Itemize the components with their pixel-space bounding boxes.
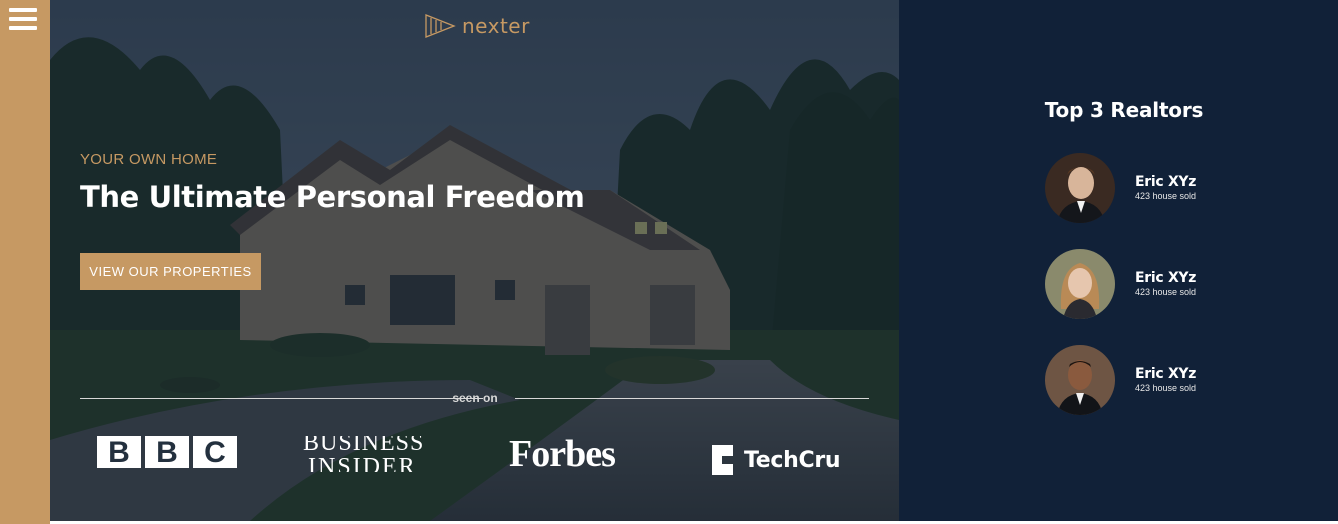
seen-on-label: seen on — [452, 391, 498, 405]
techcrunch-logo: TechCru — [712, 440, 852, 480]
business-insider-line2: INSIDER — [308, 454, 417, 472]
hamburger-menu-icon[interactable] — [9, 6, 37, 32]
realtor-name: Eric XYz — [1135, 270, 1197, 286]
hero-section: nexter YOUR OWN HOME The Ultimate Person… — [50, 0, 899, 521]
realtor-name: Eric XYz — [1135, 366, 1197, 382]
business-insider-logo: BUSINESS INSIDER — [303, 436, 440, 472]
realtors-panel: Top 3 Realtors Eric XYz 423 house sold E… — [899, 0, 1338, 521]
nexter-logo-icon — [425, 14, 456, 38]
realtors-title: Top 3 Realtors — [1044, 98, 1204, 122]
brand-name: nexter — [462, 14, 530, 38]
realtor-sold-count: 423 house sold — [1135, 383, 1197, 393]
seen-on-divider-left — [80, 398, 483, 399]
hero-subtitle: YOUR OWN HOME — [80, 151, 218, 168]
realtor-card[interactable]: Eric XYz 423 house sold — [1045, 345, 1305, 415]
forbes-logo: Forbes — [509, 433, 616, 475]
realtor-sold-count: 423 house sold — [1135, 287, 1197, 297]
view-properties-button[interactable]: VIEW OUR PROPERTIES — [80, 253, 261, 290]
bbc-logo: B B C — [97, 436, 239, 476]
bbc-letter: C — [193, 436, 237, 469]
techcrunch-text: TechCru — [744, 447, 841, 473]
seen-on-divider-right — [515, 398, 869, 399]
techcrunch-mark-icon — [712, 445, 733, 475]
brand-logo[interactable]: nexter — [424, 12, 530, 40]
avatar — [1045, 345, 1115, 415]
realtor-card[interactable]: Eric XYz 423 house sold — [1045, 153, 1305, 223]
sidebar — [0, 0, 50, 524]
realtor-card[interactable]: Eric XYz 423 house sold — [1045, 249, 1305, 319]
bbc-letter: B — [145, 436, 189, 469]
realtor-name: Eric XYz — [1135, 174, 1197, 190]
hero-title: The Ultimate Personal Freedom — [80, 180, 585, 214]
avatar — [1045, 153, 1115, 223]
bbc-letter: B — [97, 436, 141, 469]
avatar — [1045, 249, 1115, 319]
realtor-sold-count: 423 house sold — [1135, 191, 1197, 201]
